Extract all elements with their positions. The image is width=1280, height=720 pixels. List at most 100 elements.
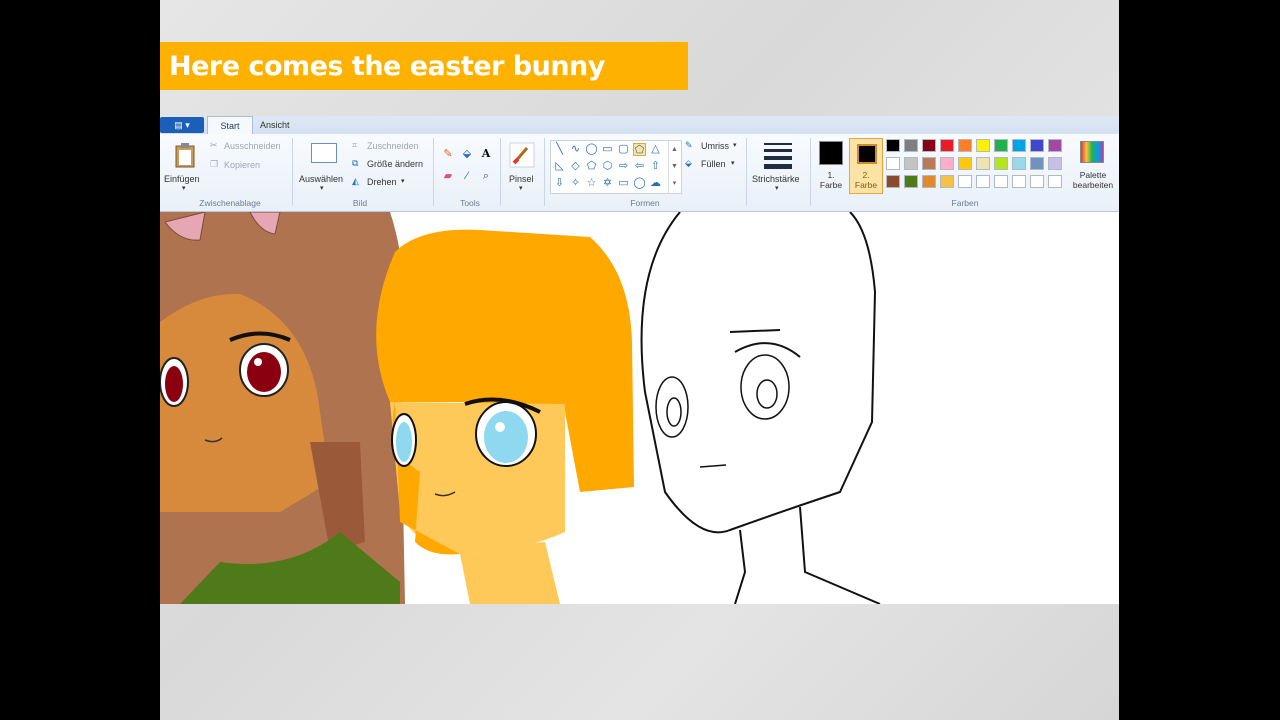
outline-label: Umriss: [701, 141, 729, 151]
palette-swatch[interactable]: [940, 139, 954, 152]
palette-swatch[interactable]: [1012, 157, 1026, 170]
palette-swatch[interactable]: [1048, 157, 1062, 170]
right-triangle-shape-icon[interactable]: ◺: [553, 160, 566, 173]
palette-swatch[interactable]: [904, 157, 918, 170]
palette-swatch[interactable]: [976, 157, 990, 170]
color2-label: 2. Farbe: [854, 170, 878, 190]
palette-swatch[interactable]: [994, 139, 1008, 152]
tools-group-label: Tools: [460, 198, 480, 208]
pencil-icon[interactable]: ✎: [441, 147, 455, 161]
right-arrow-shape-icon[interactable]: ⇨: [617, 160, 630, 173]
down-arrow-shape-icon[interactable]: ⇩: [553, 177, 566, 190]
diamond-shape-icon[interactable]: ◇: [569, 160, 582, 173]
color-picker-icon[interactable]: ⁄: [460, 169, 474, 183]
resize-icon: ⧉: [352, 158, 359, 168]
copy-icon: ❐: [210, 159, 219, 169]
palette-swatch[interactable]: [886, 139, 900, 152]
palette-swatch[interactable]: [922, 139, 936, 152]
callout-cloud-shape-icon[interactable]: ☁: [649, 177, 662, 190]
magnifier-icon[interactable]: ⌕: [479, 169, 493, 183]
palette-swatch[interactable]: [958, 157, 972, 170]
palette-swatch[interactable]: [904, 139, 918, 152]
palette-swatch[interactable]: [922, 157, 936, 170]
title-banner: Here comes the easter bunny: [160, 42, 688, 90]
clipboard-group-label: Zwischenablage: [199, 198, 261, 208]
palette-swatch[interactable]: [904, 175, 918, 188]
drawing-canvas[interactable]: [160, 212, 1119, 604]
triangle-shape-icon[interactable]: △: [649, 143, 662, 156]
five-point-star-shape-icon[interactable]: ☆: [585, 177, 598, 190]
hexagon-shape-icon[interactable]: ⬡: [601, 160, 614, 173]
image-group-label: Bild: [352, 198, 368, 208]
crop-icon: ⌗: [352, 140, 358, 150]
app-menu-button[interactable]: ▤ ▾: [160, 117, 204, 133]
palette-icon: [1080, 141, 1104, 163]
palette-swatch[interactable]: [1030, 175, 1044, 188]
polygon-shape-icon[interactable]: ⬠: [633, 143, 646, 156]
tab-ansicht[interactable]: Ansicht: [254, 116, 296, 134]
six-point-star-shape-icon[interactable]: ✡: [601, 177, 614, 190]
fill-button[interactable]: ⬙ Füllen ▾: [685, 158, 745, 172]
tab-start[interactable]: Start: [207, 116, 253, 135]
outline-icon: ✎: [685, 140, 693, 150]
paste-button[interactable]: Einfügen ▾: [164, 140, 204, 192]
select-button[interactable]: Auswählen ▾: [298, 140, 348, 192]
palette-swatch[interactable]: [958, 175, 972, 188]
edit-palette-button[interactable]: Palette bearbeiten: [1068, 138, 1118, 194]
palette-swatch[interactable]: [886, 157, 900, 170]
paint-window: ▤ ▾ Start Ansicht Einfügen ▾ ✂ Ausschnei…: [160, 116, 1119, 604]
brushes-button[interactable]: Pinsel ▾: [505, 140, 540, 192]
shapes-gallery[interactable]: ╲ ∿ ◯ ▭ ▢ ⬠ △ ◺ ◇ ⬠ ⬡ ⇨ ⇦ ⇧ ⇩ ✧ ☆ ✡ ▭ ◯: [550, 140, 682, 194]
palette-swatch[interactable]: [1012, 139, 1026, 152]
palette-swatch[interactable]: [886, 175, 900, 188]
palette-swatch[interactable]: [976, 175, 990, 188]
resize-button[interactable]: ⧉ Größe ändern: [352, 158, 432, 172]
palette-swatch[interactable]: [994, 157, 1008, 170]
color1-button[interactable]: 1. Farbe: [814, 138, 848, 194]
fill-bucket-icon[interactable]: ⬙: [460, 147, 474, 161]
pentagon-shape-icon[interactable]: ⬠: [585, 160, 598, 173]
palette-swatch[interactable]: [994, 175, 1008, 188]
palette-swatch[interactable]: [976, 139, 990, 152]
rounded-rectangle-shape-icon[interactable]: ▢: [617, 143, 630, 156]
palette-swatch[interactable]: [940, 157, 954, 170]
rotate-button[interactable]: ◭ Drehen ▾: [352, 176, 432, 190]
palette-swatch[interactable]: [1030, 139, 1044, 152]
palette-swatch[interactable]: [1012, 175, 1026, 188]
eraser-icon[interactable]: ▰: [441, 169, 455, 183]
palette-swatch[interactable]: [1048, 139, 1062, 152]
palette-swatch[interactable]: [940, 175, 954, 188]
line-shape-icon[interactable]: ╲: [553, 143, 566, 156]
callout-rect-shape-icon[interactable]: ▭: [617, 177, 630, 190]
scissors-icon: ✂: [210, 140, 218, 150]
palette-swatch[interactable]: [1030, 157, 1044, 170]
four-point-star-shape-icon[interactable]: ✧: [569, 177, 582, 190]
outline-button[interactable]: ✎ Umriss ▾: [685, 140, 745, 154]
rectangle-shape-icon[interactable]: ▭: [601, 143, 614, 156]
callout-oval-shape-icon[interactable]: ◯: [633, 177, 646, 190]
slide-frame: Here comes the easter bunny ▤ ▾ Start An…: [160, 0, 1119, 720]
chevron-down-icon: ▾: [401, 178, 405, 185]
chevron-down-icon: ▾: [775, 185, 779, 192]
crop-button[interactable]: ⌗ Zuschneiden: [352, 140, 432, 154]
shapes-scroll[interactable]: ▲ ▼ ▾: [668, 141, 680, 193]
cut-button[interactable]: ✂ Ausschneiden: [208, 140, 288, 154]
left-arrow-shape-icon[interactable]: ⇦: [633, 160, 646, 173]
curve-shape-icon[interactable]: ∿: [569, 143, 582, 156]
ribbon: Einfügen ▾ ✂ Ausschneiden ❐ Kopieren Zwi…: [160, 134, 1119, 212]
chevron-down-icon: ▾: [182, 185, 186, 192]
text-tool-icon[interactable]: A: [479, 147, 493, 161]
copy-button[interactable]: ❐ Kopieren: [208, 159, 288, 173]
up-arrow-shape-icon[interactable]: ⇧: [649, 160, 662, 173]
chevron-down-icon: ▾: [320, 185, 324, 192]
divider: [292, 138, 293, 206]
oval-shape-icon[interactable]: ◯: [585, 143, 598, 156]
divider: [500, 138, 501, 206]
divider: [544, 138, 545, 206]
palette-swatch[interactable]: [1048, 175, 1062, 188]
palette-swatch[interactable]: [958, 139, 972, 152]
size-button[interactable]: Strichstärke ▾: [750, 140, 806, 192]
size-label: Strichstärke: [752, 174, 800, 184]
color2-button[interactable]: 2. Farbe: [849, 138, 883, 194]
palette-swatch[interactable]: [922, 175, 936, 188]
